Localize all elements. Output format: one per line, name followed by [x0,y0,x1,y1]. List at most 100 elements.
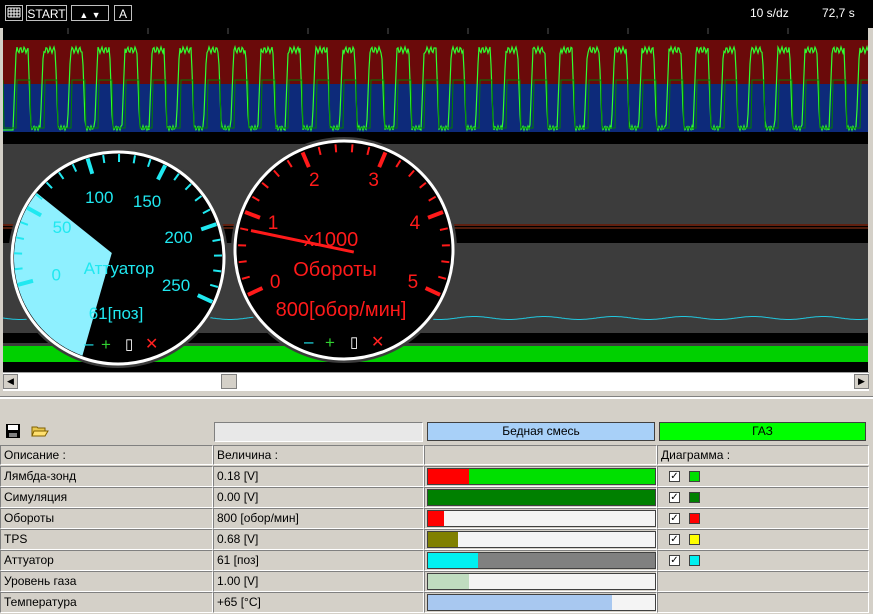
row-color-swatch[interactable] [689,513,700,524]
grid-icon[interactable] [5,5,23,21]
gauge-tick-label: 0 [270,272,281,293]
folder-open-icon[interactable] [31,423,49,442]
row-color-swatch[interactable] [689,534,700,545]
gauge-tick-label: 4 [410,213,421,234]
actuator-close-icon[interactable]: ✕ [145,336,158,353]
actuator-gauge-title: Аттуатор [84,259,155,278]
gauge-minor-tick [441,260,450,264]
gauge-minor-tick [102,154,106,164]
gauge-tick-label: 5 [408,272,419,293]
row-name: Симуляция [0,487,213,508]
scope-toolbar: START ▲ ▼ A 10 s/dz 72,7 s [0,0,873,28]
row-level-track [428,511,655,526]
actuator-gauge-value: 61[поз] [89,304,144,323]
oscilloscope-area[interactable]: 0 50 100 150 200 250 Аттуатор 61[поз] – + ▯ ✕… [3,28,868,372]
gauge-tick-label: 1 [268,213,279,234]
scale-down-button[interactable]: ▼ [92,10,101,20]
row-color-swatch[interactable] [689,492,700,503]
row-level-fill [428,469,469,484]
rpm-close-icon[interactable]: ✕ [371,334,384,351]
gauge-tick-label: 150 [133,192,161,211]
row-name: Лямбда-зонд [0,466,213,487]
row-diagram-checkbox[interactable]: ✓ [669,492,680,503]
actuator-gauge: 0 50 100 150200 250 Аттуатор 61[поз] – + ▯ ✕ [8,148,228,368]
gauge-tick-label: 3 [368,170,379,191]
row-name: Аттуатор [0,550,213,571]
rpm-minus-button[interactable]: – [304,332,314,351]
actuator-toggle-icon[interactable]: ▯ [125,336,133,353]
horizontal-scrollbar[interactable]: ◀ ▶ [3,372,869,391]
actuator-plus-button[interactable]: + [101,335,111,354]
gauge-minor-tick [238,260,247,264]
rpm-gauge-value: 800[обор/мин] [276,299,407,321]
scale-buttons: ▲ ▼ [71,5,109,21]
header-bar [424,445,657,465]
row-name: Уровень газа [0,571,213,592]
row-level-bar [427,552,656,569]
auto-button[interactable]: A [114,5,132,21]
scroll-left-icon[interactable]: ◀ [3,374,18,389]
row-diagram-cell [657,592,869,613]
timebase-readout: 10 s/dz [750,6,789,20]
row-level-track [428,532,655,547]
row-level-fill [428,511,444,526]
row-value: +65 [°C] [213,592,424,613]
rpm-plus-button[interactable]: + [325,333,335,352]
gauge-minor-tick [334,144,338,153]
row-level-bar [427,573,656,590]
scroll-right-icon[interactable]: ▶ [854,374,869,389]
gauge-tick-label: 250 [162,276,190,295]
save-icon[interactable] [5,423,21,442]
row-diagram-checkbox[interactable]: ✓ [669,555,680,566]
gauge-minor-tick [350,144,354,153]
row-diagram-checkbox[interactable]: ✓ [669,534,680,545]
row-level-bar [427,531,656,548]
row-value: 0.18 [V] [213,466,424,487]
actuator-minus-button[interactable]: – [84,334,94,353]
row-value: 61 [поз] [213,550,424,571]
row-level-bar [427,594,656,611]
row-diagram-checkbox[interactable]: ✓ [669,471,680,482]
row-diagram-cell [657,571,869,592]
gauge-tick-label: 200 [164,228,192,247]
header-value[interactable]: Величина : [213,445,424,465]
legend-lean-mixture: Бедная смесь [427,422,655,441]
gauge-tick-label: 50 [53,218,72,237]
row-name: Температура [0,592,213,613]
row-value: 0.00 [V] [213,487,424,508]
gauge-minor-tick [132,155,136,164]
row-level-bar [427,468,656,485]
row-level-bar [427,489,656,506]
channel-panel: Бедная смесь ГАЗ Описание : Величина : Д… [0,420,873,614]
row-color-swatch[interactable] [689,555,700,566]
row-level-fill [428,532,458,547]
row-color-swatch[interactable] [689,471,700,482]
panel-divider[interactable] [0,396,873,399]
gauge-tick-label: 100 [85,188,113,207]
rpm-gauge: 0 1 2 3 4 5 x1000 Обороты 800[обор/мин] – + ▯… [231,137,457,363]
row-name: Обороты [0,508,213,529]
gauge-tick-label: 0 [51,266,60,285]
gauge-tick-label: 2 [309,170,320,191]
row-value: 1.00 [V] [213,571,424,592]
filter-field[interactable] [214,422,423,442]
gauge-minor-tick [213,269,222,273]
start-button[interactable]: START [26,5,67,21]
row-value: 800 [обор/мин] [213,508,424,529]
row-diagram-checkbox[interactable]: ✓ [669,513,680,524]
row-level-bar [427,510,656,527]
header-description[interactable]: Описание : [0,445,213,465]
elapsed-time-readout: 72,7 s [822,6,855,20]
row-value: 0.68 [V] [213,529,424,550]
legend-gas: ГАЗ [659,422,866,441]
row-level-fill [428,553,478,568]
rpm-gauge-title: Обороты [293,259,376,281]
row-level-fill [428,574,469,589]
rpm-toggle-icon[interactable]: ▯ [350,334,358,351]
row-level-fill [428,595,612,610]
gauge-minor-tick [14,267,23,271]
header-diagram[interactable]: Диаграмма : [657,445,869,465]
rpm-multiplier: x1000 [304,229,359,251]
scale-up-button[interactable]: ▲ [79,10,88,20]
scroll-thumb[interactable] [221,374,237,389]
